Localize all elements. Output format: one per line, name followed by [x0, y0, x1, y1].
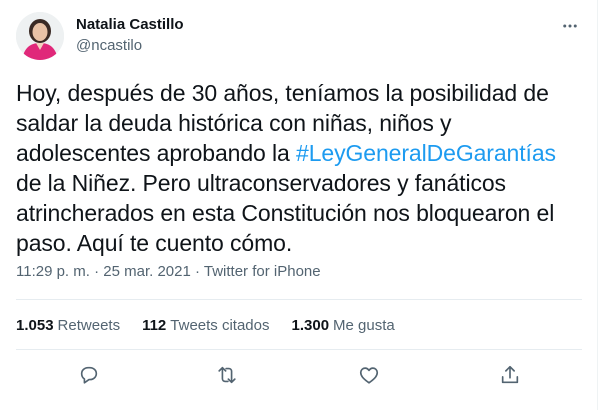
quotes-count: 112 — [142, 317, 167, 334]
retweet-icon[interactable] — [214, 362, 240, 388]
author-handle[interactable]: @ncastilo — [76, 37, 142, 55]
hashtag-link[interactable]: #LeyGeneralDeGarantías — [296, 140, 556, 166]
likes-stat[interactable]: 1.300 Me gusta — [292, 316, 395, 336]
tweet-text-after: de la Niñez. Pero ultraconservadores y f… — [16, 170, 555, 256]
retweets-count: 1.053 — [16, 317, 54, 334]
tweet-card: Natalia Castillo @ncastilo Hoy, después … — [0, 0, 598, 410]
quotes-stat[interactable]: 112 Tweets citados — [142, 316, 269, 336]
author-name[interactable]: Natalia Castillo — [76, 16, 184, 34]
avatar[interactable] — [16, 12, 64, 60]
likes-count: 1.300 — [291, 317, 330, 334]
retweets-stat[interactable]: 1.053 Retweets — [16, 316, 120, 336]
share-icon[interactable] — [497, 362, 523, 388]
divider — [16, 299, 582, 300]
action-bar — [0, 362, 598, 390]
retweets-label: Retweets — [57, 317, 121, 334]
likes-label: Me gusta — [333, 317, 395, 334]
more-icon[interactable] — [560, 16, 580, 36]
divider — [16, 349, 582, 350]
quotes-label: Tweets citados — [170, 317, 270, 334]
reply-icon[interactable] — [76, 362, 102, 388]
tweet-meta[interactable]: 11:29 p. m. · 25 mar. 2021 · Twitter for… — [16, 262, 321, 282]
tweet-stats: 1.053 Retweets 112 Tweets citados 1.300 Me … — [16, 316, 395, 336]
tweet-text: Hoy, después de 30 años, teníamos la pos… — [16, 78, 582, 258]
like-icon[interactable] — [356, 362, 382, 388]
